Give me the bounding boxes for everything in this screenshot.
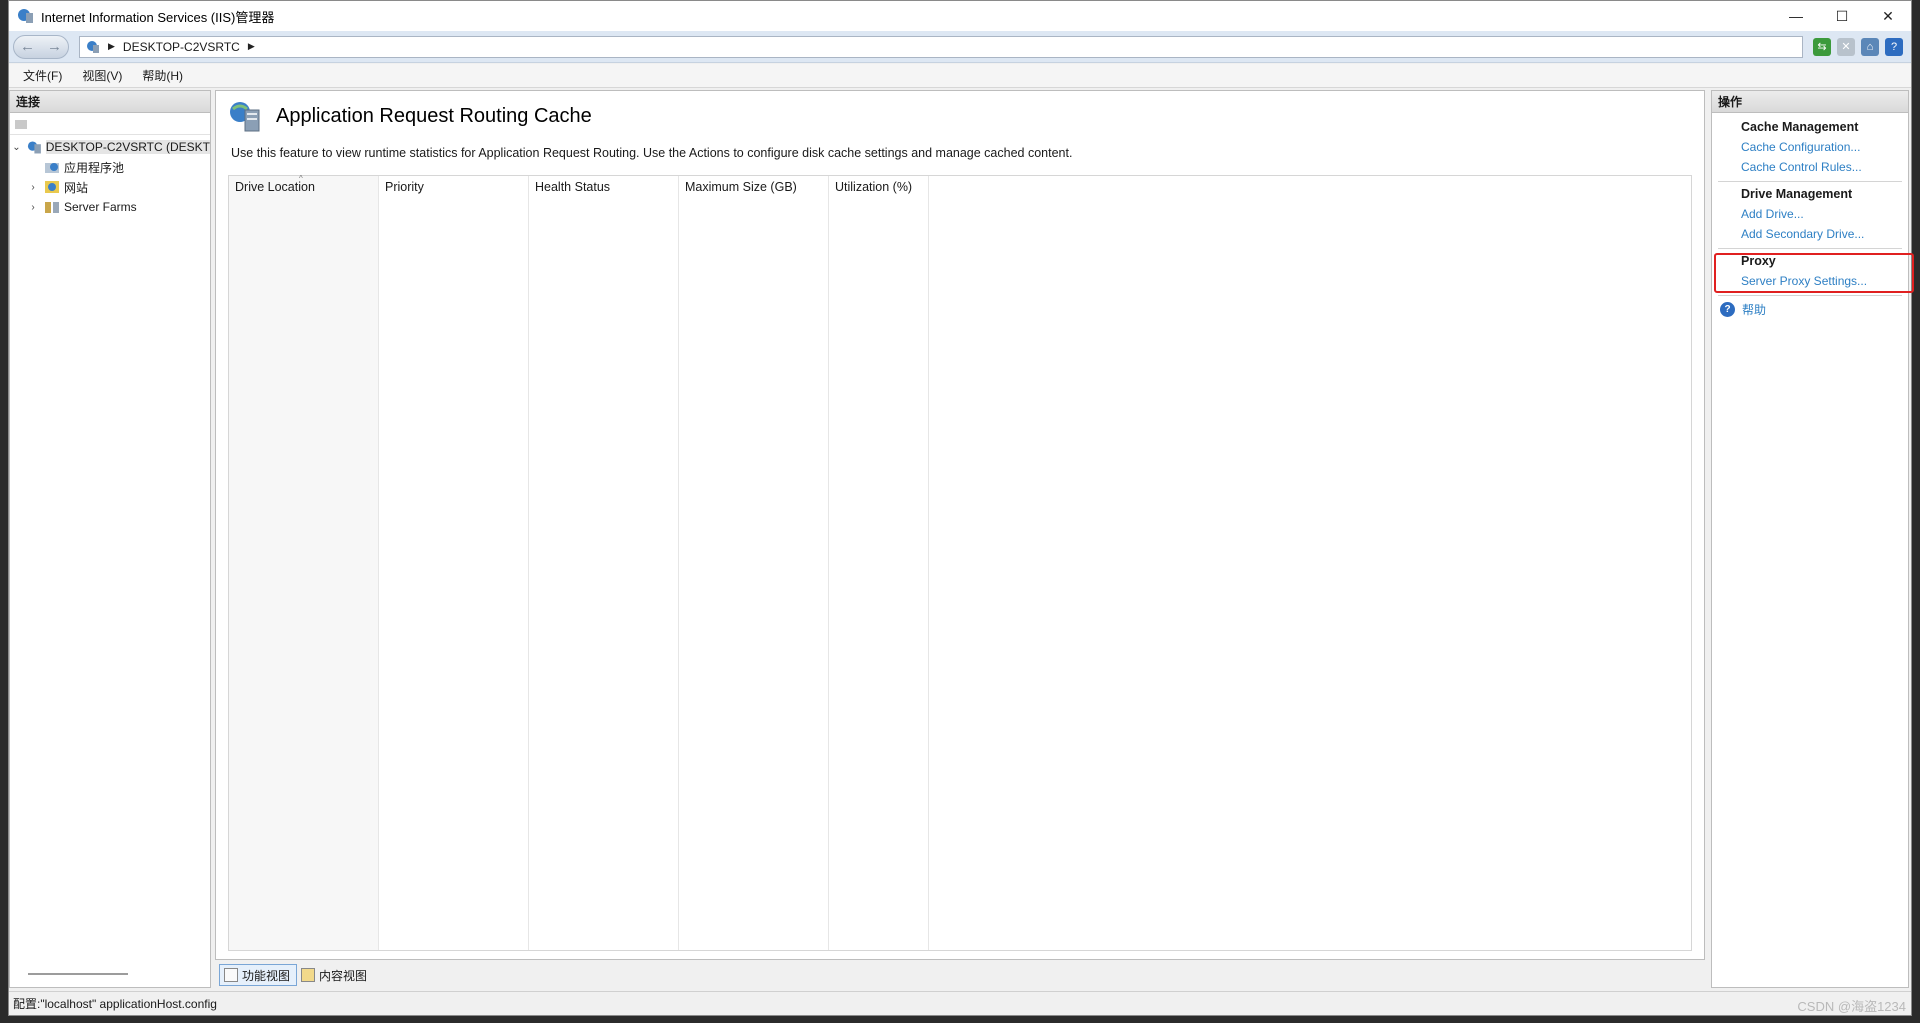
stop-icon[interactable]: ✕ [1837, 37, 1855, 56]
actions-header: 操作 [1712, 91, 1908, 113]
tab-label: 内容视图 [319, 968, 368, 983]
tree-item-server[interactable]: ⌄ DESKTOP-C2VSRTC (DESKT [10, 137, 210, 157]
breadcrumb-arrow-icon: ▶ [108, 41, 115, 51]
column-utilization[interactable]: Utilization (%) [829, 176, 929, 950]
connections-tree: ⌄ DESKTOP-C2VSRTC (DESKT 应用程序池 › 网站 › Se… [10, 135, 210, 217]
nav-buttons: ← → [13, 34, 69, 59]
breadcrumb-server[interactable]: DESKTOP-C2VSRTC [123, 40, 240, 54]
tree-item-label: 网站 [64, 180, 89, 195]
column-maximum-size[interactable]: Maximum Size (GB) [679, 176, 829, 950]
horizontal-scrollbar[interactable] [28, 973, 128, 975]
app-pool-icon [45, 163, 59, 173]
collapse-icon[interactable]: ⌄ [10, 142, 23, 153]
content-view-icon [301, 968, 316, 982]
address-field[interactable]: ▶ DESKTOP-C2VSRTC ▶ [79, 35, 1803, 58]
proxy-highlight-annotation [1714, 253, 1914, 293]
divider [1718, 248, 1902, 249]
column-header: Drive Location [235, 180, 315, 194]
action-group-drive: Drive Management Add Drive... Add Second… [1712, 184, 1908, 244]
connections-toolbar [10, 113, 210, 135]
status-text: 配置:"localhost" applicationHost.config [13, 997, 217, 1011]
add-secondary-drive-link[interactable]: Add Secondary Drive... [1741, 224, 1908, 244]
features-view-icon [224, 968, 238, 982]
server-farms-icon [45, 202, 59, 213]
expand-icon[interactable]: › [26, 202, 40, 213]
column-health-status[interactable]: Health Status [529, 176, 679, 950]
column-header: Priority [385, 180, 424, 194]
taskbar-strip [0, 1016, 1920, 1023]
minimize-button[interactable]: — [1773, 1, 1819, 31]
connections-pane: 连接 ⌄ DESKTOP-C2VSRTC (DESKT 应用程序池 › 网站 › [9, 90, 211, 988]
window-title: Internet Information Services (IIS)管理器 [41, 9, 275, 25]
page-title: Application Request Routing Cache [276, 104, 592, 127]
connect-icon[interactable] [14, 117, 28, 131]
action-group-title: Drive Management [1741, 187, 1853, 201]
divider [1718, 295, 1902, 296]
server-icon [87, 40, 99, 53]
cache-control-rules-link[interactable]: Cache Control Rules... [1741, 157, 1908, 177]
iis-manager-window: Internet Information Services (IIS)管理器 —… [8, 0, 1914, 1016]
tree-item-label: DESKTOP-C2VSRTC (DESKT [45, 140, 210, 154]
help-action[interactable]: ? 帮助 [1712, 298, 1908, 320]
iis-app-icon [18, 9, 33, 23]
cache-configuration-link[interactable]: Cache Configuration... [1741, 137, 1908, 157]
connections-header: 连接 [10, 91, 210, 113]
feature-pane: Application Request Routing Cache Use th… [215, 90, 1705, 960]
add-drive-link[interactable]: Add Drive... [1741, 204, 1908, 224]
help-link[interactable]: 帮助 [1742, 299, 1766, 319]
tree-item-label: Server Farms [64, 200, 137, 214]
column-header: Maximum Size (GB) [685, 180, 797, 194]
arr-cache-icon [230, 102, 260, 132]
title-bar: Internet Information Services (IIS)管理器 —… [9, 1, 1911, 31]
column-priority[interactable]: Priority [379, 176, 529, 950]
forward-icon[interactable]: → [47, 38, 62, 55]
maximize-button[interactable]: ☐ [1819, 1, 1865, 31]
column-header: Utilization (%) [835, 180, 913, 194]
actions-pane: 操作 Cache Management Cache Configuration.… [1711, 90, 1914, 988]
tree-item-app-pools[interactable]: 应用程序池 [10, 157, 210, 177]
server-icon [27, 141, 41, 154]
drives-grid: ^ Drive Location Priority Health Status … [228, 174, 1692, 951]
menu-bar: 文件(F) 视图(V) 帮助(H) [9, 64, 1911, 88]
action-group-title: Cache Management [1741, 120, 1859, 134]
tab-label: 功能视图 [242, 968, 291, 983]
close-button[interactable]: ✕ [1865, 1, 1911, 31]
back-icon[interactable]: ← [20, 38, 35, 55]
help-icon: ? [1720, 301, 1735, 317]
breadcrumb-arrow-icon[interactable]: ▶ [248, 41, 255, 52]
feature-description: Use this feature to view runtime statist… [231, 146, 1073, 160]
help-icon[interactable]: ? [1885, 37, 1903, 56]
menu-help[interactable]: 帮助(H) [142, 67, 183, 84]
address-bar: ← → ▶ DESKTOP-C2VSRTC ▶ ⇆ ✕ ⌂ ? [9, 31, 1911, 63]
tab-features-view[interactable]: 功能视图 [219, 964, 298, 986]
home-icon[interactable]: ⌂ [1861, 37, 1879, 56]
tree-item-server-farms[interactable]: › Server Farms [10, 197, 210, 217]
tree-item-label: 应用程序池 [64, 160, 125, 175]
column-header: Health Status [535, 180, 611, 194]
tree-item-sites[interactable]: › 网站 [10, 177, 210, 197]
column-drive-location[interactable]: ^ Drive Location [229, 174, 379, 950]
action-group-cache: Cache Management Cache Configuration... … [1712, 117, 1908, 177]
tab-content-view[interactable]: 内容视图 [297, 964, 373, 986]
view-tabs: 功能视图 内容视图 [219, 963, 373, 987]
menu-file[interactable]: 文件(F) [23, 67, 62, 84]
divider [1718, 181, 1902, 182]
expand-icon[interactable]: › [26, 182, 40, 193]
refresh-icon[interactable]: ⇆ [1813, 37, 1831, 56]
menu-view[interactable]: 视图(V) [82, 67, 122, 84]
sites-icon [45, 181, 59, 193]
watermark: CSDN @海盗1234 [1797, 999, 1906, 1014]
status-bar: 配置:"localhost" applicationHost.config [9, 991, 1911, 1015]
